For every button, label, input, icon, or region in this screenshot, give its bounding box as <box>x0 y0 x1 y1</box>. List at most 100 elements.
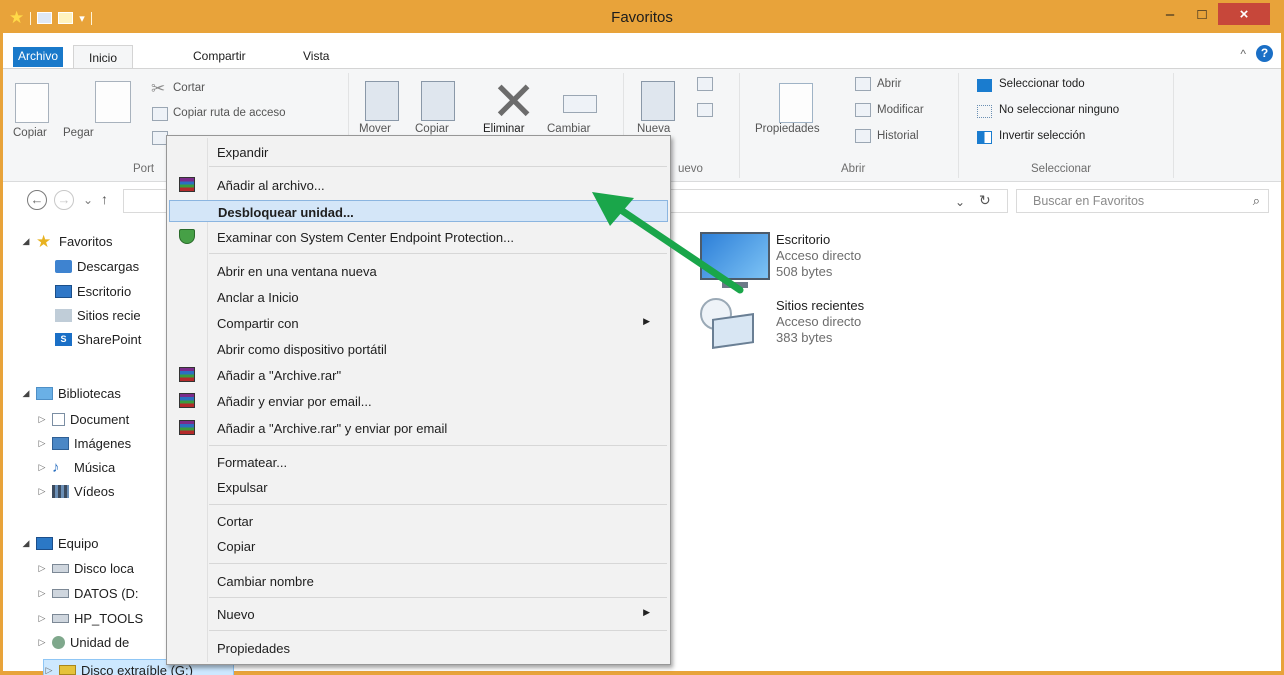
back-button[interactable]: ← <box>27 190 47 210</box>
new-folder-icon[interactable] <box>641 81 675 121</box>
nav-item-unidad-dvd[interactable]: ▷ Unidad de <box>37 635 130 650</box>
nav-item-musica[interactable]: ▷ ♪ Música <box>37 460 116 475</box>
rename-icon[interactable] <box>563 95 597 113</box>
ribbon-tabs: Archivo Inicio Compartir Vista ^ ? <box>3 33 1281 69</box>
menu-item-compartir-con[interactable]: Compartir con ▶ <box>169 312 668 334</box>
expand-arrow-icon[interactable]: ◢ <box>21 538 31 549</box>
paste-button[interactable]: Pegar <box>63 127 94 139</box>
copy-to-icon[interactable] <box>421 81 455 121</box>
minimize-button[interactable]: – <box>1155 3 1185 25</box>
nav-item-label: Sitios recie <box>77 308 141 323</box>
rename-button[interactable]: Cambiar <box>547 123 590 135</box>
invert-selection-button[interactable]: Invertir selección <box>999 130 1085 142</box>
documents-icon <box>52 413 65 426</box>
nav-item-imagenes[interactable]: ▷ Imágenes <box>37 436 132 451</box>
menu-item-label: Desbloquear unidad... <box>218 205 354 220</box>
copy-button[interactable]: Copiar <box>13 127 47 139</box>
nav-item-sharepoint[interactable]: S SharePoint <box>55 332 141 347</box>
nav-item-documentos[interactable]: ▷ Document <box>37 412 130 427</box>
forward-button[interactable]: → <box>54 190 74 210</box>
collapse-arrow-icon[interactable]: ▷ <box>37 486 47 497</box>
properties-button[interactable]: Propiedades <box>755 123 820 135</box>
address-dropdown-icon[interactable]: ⌄ <box>955 195 965 209</box>
easy-access-icon[interactable] <box>697 103 713 117</box>
edit-button[interactable]: Modificar <box>877 104 924 116</box>
maximize-button[interactable]: □ <box>1187 3 1217 25</box>
tab-archivo[interactable]: Archivo <box>13 47 63 67</box>
tab-inicio[interactable]: Inicio <box>73 45 133 69</box>
local-disk-icon <box>52 564 69 573</box>
menu-item-formatear[interactable]: Formatear... <box>169 451 668 473</box>
menu-item-label: Anclar a Inicio <box>217 290 299 305</box>
select-none-icon <box>977 105 992 118</box>
delete-button[interactable]: Eliminar <box>483 123 525 135</box>
new-item-icon[interactable] <box>697 77 713 91</box>
select-all-button[interactable]: Seleccionar todo <box>999 78 1085 90</box>
menu-separator <box>209 563 667 564</box>
copy-to-button[interactable]: Copiar <box>415 123 449 135</box>
delete-icon[interactable]: ✕ <box>491 75 536 129</box>
tab-vista[interactable]: Vista <box>303 49 329 63</box>
menu-item-anadir-email[interactable]: Añadir y enviar por email... <box>169 390 668 412</box>
nav-item-videos[interactable]: ▷ Vídeos <box>37 484 115 499</box>
up-icon[interactable]: ↑ <box>101 191 108 207</box>
menu-item-propiedades[interactable]: Propiedades <box>169 637 668 659</box>
expand-arrow-icon[interactable]: ◢ <box>21 388 31 399</box>
close-button[interactable]: × <box>1218 3 1270 25</box>
expand-arrow-icon[interactable]: ◢ <box>21 236 31 247</box>
collapse-arrow-icon[interactable]: ▷ <box>37 438 47 449</box>
menu-item-nuevo[interactable]: Nuevo ▶ <box>169 603 668 625</box>
menu-item-abrir-portatil[interactable]: Abrir como dispositivo portátil <box>169 338 668 360</box>
menu-item-anadir-rar[interactable]: Añadir a "Archive.rar" <box>169 364 668 386</box>
nav-item-datos[interactable]: ▷ DATOS (D: <box>37 586 139 601</box>
nav-item-escritorio[interactable]: Escritorio <box>55 284 131 299</box>
new-folder-button[interactable]: Nueva <box>637 123 670 135</box>
nav-item-bibliotecas[interactable]: ◢ Bibliotecas <box>21 386 121 401</box>
menu-item-label: Expandir <box>217 145 269 160</box>
open-button[interactable]: Abrir <box>877 78 901 90</box>
menu-item-copiar[interactable]: Copiar <box>169 535 668 557</box>
nav-item-equipo[interactable]: ◢ Equipo <box>21 536 99 551</box>
videos-icon <box>52 485 69 498</box>
menu-item-anadir-rar-email[interactable]: Añadir a "Archive.rar" y enviar por emai… <box>169 417 668 439</box>
collapse-ribbon-icon[interactable]: ^ <box>1240 47 1246 61</box>
paste-icon[interactable] <box>95 81 131 123</box>
copy-path-button[interactable]: Copiar ruta de acceso <box>173 107 286 119</box>
nav-item-label: Vídeos <box>74 484 115 499</box>
help-icon[interactable]: ? <box>1256 45 1273 62</box>
nav-item-sitios-recientes[interactable]: Sitios recie <box>55 308 141 323</box>
properties-icon[interactable] <box>779 83 813 123</box>
collapse-arrow-icon[interactable]: ▷ <box>44 665 54 675</box>
collapse-arrow-icon[interactable]: ▷ <box>37 613 47 624</box>
select-none-button[interactable]: No seleccionar ninguno <box>999 104 1119 116</box>
menu-item-expandir[interactable]: Expandir <box>169 141 668 163</box>
move-to-icon[interactable] <box>365 81 399 121</box>
collapse-arrow-icon[interactable]: ▷ <box>37 563 47 574</box>
menu-item-cambiar-nombre[interactable]: Cambiar nombre <box>169 570 668 592</box>
history-button[interactable]: Historial <box>877 130 919 142</box>
sharepoint-icon: S <box>55 333 72 346</box>
nav-item-label: Descargas <box>77 259 140 274</box>
nav-item-disco-local[interactable]: ▷ Disco loca <box>37 561 134 576</box>
menu-item-label: Añadir al archivo... <box>217 178 325 193</box>
group-label-seleccionar: Seleccionar <box>1031 163 1092 175</box>
search-input[interactable]: Buscar en Favoritos ⌕ <box>1016 189 1269 213</box>
collapse-arrow-icon[interactable]: ▷ <box>37 588 47 599</box>
collapse-arrow-icon[interactable]: ▷ <box>37 414 47 425</box>
nav-item-favoritos[interactable]: ◢ ★ Favoritos <box>21 233 113 250</box>
file-item-sitios-recientes[interactable]: Sitios recientes Acceso directo 383 byte… <box>700 298 864 358</box>
nav-item-hp-tools[interactable]: ▷ HP_TOOLS <box>37 611 144 626</box>
search-icon[interactable]: ⌕ <box>1253 193 1260 209</box>
collapse-arrow-icon[interactable]: ▷ <box>37 462 47 473</box>
collapse-arrow-icon[interactable]: ▷ <box>37 637 47 648</box>
nav-item-descargas[interactable]: Descargas <box>55 259 139 274</box>
tab-compartir[interactable]: Compartir <box>193 49 246 63</box>
cut-button[interactable]: Cortar <box>173 82 205 94</box>
recent-locations-icon[interactable]: ⌄ <box>83 193 93 207</box>
copy-icon[interactable] <box>15 83 49 123</box>
move-to-button[interactable]: Mover <box>359 123 391 135</box>
menu-item-cortar[interactable]: Cortar <box>169 510 668 532</box>
menu-item-expulsar[interactable]: Expulsar <box>169 476 668 498</box>
menu-separator <box>209 630 667 631</box>
refresh-icon[interactable]: ↻ <box>979 192 991 209</box>
